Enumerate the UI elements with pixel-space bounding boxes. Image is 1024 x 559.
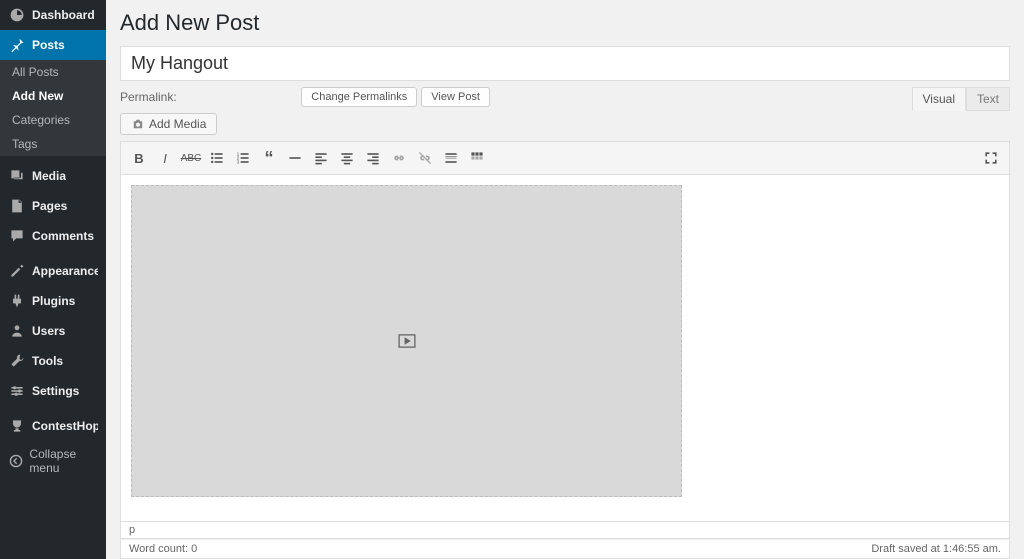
link-button[interactable]	[387, 146, 411, 170]
pages-icon	[8, 197, 26, 215]
embed-placeholder-icon	[398, 334, 416, 348]
sidebar-label: Plugins	[32, 294, 75, 308]
sidebar-label: Dashboard	[32, 8, 95, 22]
align-left-button[interactable]	[309, 146, 333, 170]
post-title-input[interactable]	[120, 46, 1010, 81]
camera-icon	[131, 117, 145, 131]
editor-path: p	[120, 522, 1010, 539]
sidebar-item-posts[interactable]: Posts	[0, 30, 106, 60]
editor-statusbar: Word count: 0 Draft saved at 1:46:55 am.	[120, 539, 1010, 559]
sidebar-label: Users	[32, 324, 65, 338]
sidebar-item-plugins[interactable]: Plugins	[0, 286, 106, 316]
sidebar-item-comments[interactable]: Comments	[0, 221, 106, 251]
view-post-button[interactable]: View Post	[421, 87, 490, 107]
toolbar-toggle-button[interactable]	[465, 146, 489, 170]
submenu-categories[interactable]: Categories	[0, 108, 106, 132]
distraction-free-button[interactable]	[979, 146, 1003, 170]
sidebar-label: Tools	[32, 354, 63, 368]
sidebar-label: ContestHopper	[32, 419, 98, 433]
sidebar-item-tools[interactable]: Tools	[0, 346, 106, 376]
main-content: Add New Post Permalink: Change Permalink…	[106, 0, 1024, 559]
sidebar-item-settings[interactable]: Settings	[0, 376, 106, 406]
unordered-list-button[interactable]	[205, 146, 229, 170]
media-icon	[8, 167, 26, 185]
tab-text[interactable]: Text	[966, 87, 1010, 111]
sidebar-label: Media	[32, 169, 66, 183]
tab-visual[interactable]: Visual	[912, 87, 966, 111]
trophy-icon	[8, 417, 26, 435]
add-media-label: Add Media	[149, 117, 206, 131]
sidebar-item-appearance[interactable]: Appearance	[0, 256, 106, 286]
page-title: Add New Post	[120, 10, 1010, 36]
sidebar-label: Pages	[32, 199, 67, 213]
hr-button[interactable]	[283, 146, 307, 170]
draft-saved: Draft saved at 1:46:55 am.	[871, 543, 1001, 555]
comments-icon	[8, 227, 26, 245]
permalink-label: Permalink:	[120, 90, 177, 104]
plugins-icon	[8, 292, 26, 310]
collapse-label: Collapse menu	[29, 447, 98, 475]
sidebar-submenu-posts: All Posts Add New Categories Tags	[0, 60, 106, 156]
dashboard-icon	[8, 6, 26, 24]
admin-sidebar: Dashboard Posts All Posts Add New Catego…	[0, 0, 106, 559]
sidebar-label: Comments	[32, 229, 94, 243]
collapse-icon	[8, 452, 23, 470]
submenu-add-new[interactable]: Add New	[0, 84, 106, 108]
word-count: Word count: 0	[129, 543, 197, 555]
sidebar-label: Posts	[32, 38, 65, 52]
appearance-icon	[8, 262, 26, 280]
submenu-tags[interactable]: Tags	[0, 132, 106, 156]
sidebar-label: Settings	[32, 384, 79, 398]
submenu-all-posts[interactable]: All Posts	[0, 60, 106, 84]
bold-button[interactable]: B	[127, 146, 151, 170]
users-icon	[8, 322, 26, 340]
align-right-button[interactable]	[361, 146, 385, 170]
sidebar-item-media[interactable]: Media	[0, 161, 106, 191]
svg-text:3: 3	[237, 160, 240, 166]
add-media-button[interactable]: Add Media	[120, 113, 217, 135]
sidebar-item-dashboard[interactable]: Dashboard	[0, 0, 106, 30]
collapse-menu[interactable]: Collapse menu	[0, 441, 106, 481]
sidebar-label: Appearance	[32, 264, 98, 278]
settings-icon	[8, 382, 26, 400]
editor-toolbar: B I ABC 123 “	[120, 141, 1010, 175]
sidebar-item-users[interactable]: Users	[0, 316, 106, 346]
media-placeholder[interactable]	[131, 185, 682, 497]
change-permalinks-button[interactable]: Change Permalinks	[301, 87, 417, 107]
italic-button[interactable]: I	[153, 146, 177, 170]
sidebar-item-contesthopper[interactable]: ContestHopper	[0, 411, 106, 441]
blockquote-button[interactable]: “	[257, 146, 281, 170]
pin-icon	[8, 36, 26, 54]
more-button[interactable]	[439, 146, 463, 170]
align-center-button[interactable]	[335, 146, 359, 170]
editor-content[interactable]	[120, 175, 1010, 522]
ordered-list-button[interactable]: 123	[231, 146, 255, 170]
sidebar-item-pages[interactable]: Pages	[0, 191, 106, 221]
unlink-button[interactable]	[413, 146, 437, 170]
tools-icon	[8, 352, 26, 370]
strikethrough-button[interactable]: ABC	[179, 146, 203, 170]
